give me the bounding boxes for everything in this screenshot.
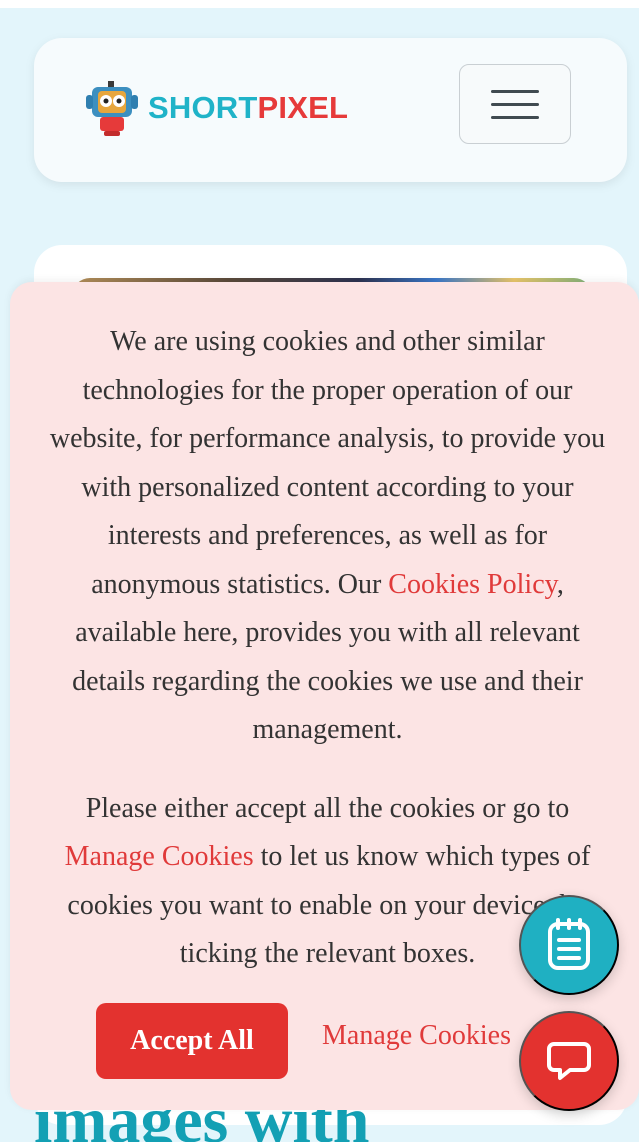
chat-bubble-icon bbox=[546, 1038, 592, 1085]
manage-cookies-inline-link[interactable]: Manage Cookies bbox=[65, 841, 254, 872]
notes-floating-button[interactable] bbox=[519, 895, 619, 995]
cookies-policy-link[interactable]: Cookies Policy bbox=[388, 569, 557, 600]
notepad-icon bbox=[544, 917, 594, 974]
hamburger-menu-icon bbox=[491, 89, 539, 93]
logo-wordmark: SHORTPIXEL bbox=[148, 90, 349, 125]
chat-floating-button[interactable] bbox=[519, 1011, 619, 1111]
accept-all-button[interactable]: Accept All bbox=[96, 1003, 288, 1079]
menu-button[interactable] bbox=[459, 64, 571, 144]
site-header: SHORTPIXEL bbox=[34, 38, 627, 182]
top-strip bbox=[0, 0, 639, 8]
shortpixel-logo[interactable]: SHORTPIXEL bbox=[86, 78, 348, 138]
manage-cookies-link[interactable]: Manage Cookies bbox=[322, 1020, 511, 1052]
robot-logo-icon bbox=[86, 79, 138, 137]
page: SHORTPIXEL images with We are using cook… bbox=[0, 0, 639, 1142]
cookie-message: We are using cookies and other similar t… bbox=[40, 318, 615, 979]
cookie-paragraph-1: We are using cookies and other similar t… bbox=[49, 326, 606, 745]
